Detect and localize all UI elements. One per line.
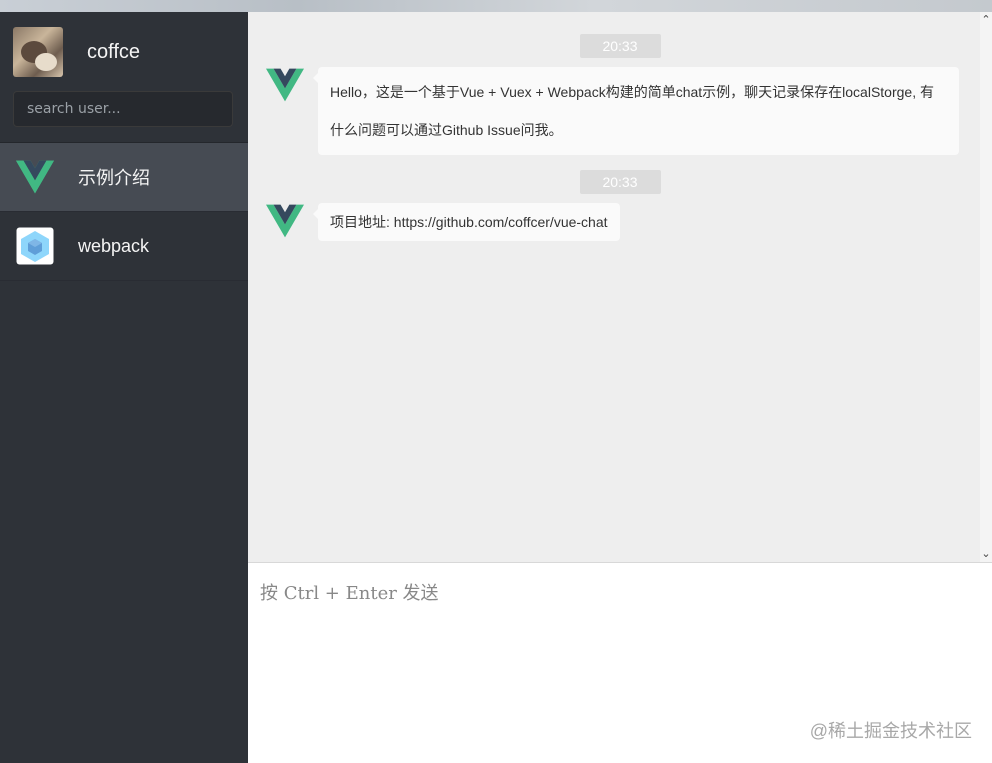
message-composer: @稀土掘金技术社区 xyxy=(248,563,992,763)
session-item-intro[interactable]: 示例介绍 xyxy=(0,143,248,212)
session-item-webpack[interactable]: webpack xyxy=(0,212,248,281)
message-bubble: 项目地址: https://github.com/coffcer/vue-cha… xyxy=(313,203,620,241)
message-time: 20:33 xyxy=(579,34,661,58)
avatar-shape xyxy=(35,53,57,71)
message-bubble: Hello，这是一个基于Vue + Vuex + Webpack构建的简单cha… xyxy=(313,67,959,155)
message-item: 20:33 Hello，这是一个基于Vue + Vuex + Webpack构建… xyxy=(248,34,992,155)
message-scrollbar[interactable]: ⌃ ⌄ xyxy=(980,12,992,562)
scroll-down-icon[interactable]: ⌄ xyxy=(981,548,991,560)
session-name: webpack xyxy=(78,235,150,256)
vue-logo-icon xyxy=(16,158,54,196)
user-avatar xyxy=(13,27,63,77)
session-name: 示例介绍 xyxy=(78,168,150,188)
message-list: 20:33 Hello，这是一个基于Vue + Vuex + Webpack构建… xyxy=(248,12,992,244)
message-body: 项目地址: https://github.com/coffcer/vue-cha… xyxy=(248,203,992,244)
user-profile: coffce xyxy=(0,12,248,143)
vue-avatar-icon xyxy=(266,204,306,244)
message-time: 20:33 xyxy=(579,170,661,194)
profile-row: coffce xyxy=(13,27,235,77)
message-body: Hello，这是一个基于Vue + Vuex + Webpack构建的简单cha… xyxy=(248,67,992,155)
chat-app: coffce 示例介绍 xyxy=(0,12,992,763)
session-list: 示例介绍 webpack xyxy=(0,143,248,281)
sidebar: coffce 示例介绍 xyxy=(0,12,248,763)
webpack-cube-icon xyxy=(16,227,54,265)
user-name: coffce xyxy=(87,40,140,63)
scroll-up-icon[interactable]: ⌃ xyxy=(981,14,991,26)
message-panel: 20:33 Hello，这是一个基于Vue + Vuex + Webpack构建… xyxy=(248,12,992,563)
time-row: 20:33 xyxy=(248,170,992,194)
vue-avatar-icon xyxy=(266,68,306,108)
message-item: 20:33 项目地址: https://github.com/coffcer/v… xyxy=(248,170,992,244)
time-row: 20:33 xyxy=(248,34,992,58)
watermark: @稀土掘金技术社区 xyxy=(809,721,972,741)
search-user-input[interactable] xyxy=(13,91,233,127)
chat-main: 20:33 Hello，这是一个基于Vue + Vuex + Webpack构建… xyxy=(248,12,992,763)
